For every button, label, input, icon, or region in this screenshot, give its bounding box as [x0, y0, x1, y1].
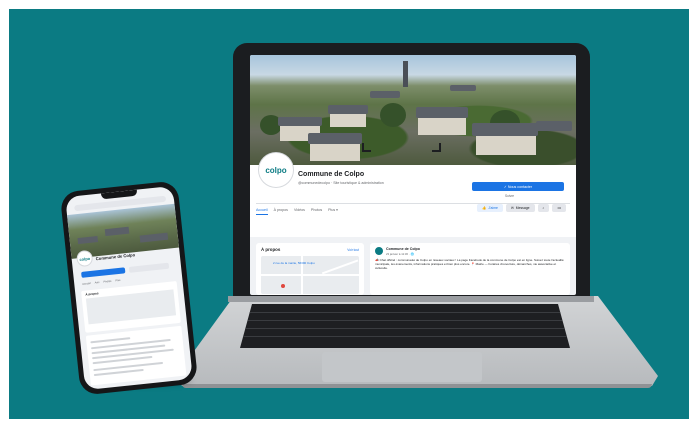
keyboard: [240, 304, 570, 348]
about-card: À propos Voir tout 2 rue de la mairie, 5…: [256, 243, 364, 295]
phone-screen: colpo Commune de Colpo Accueil Avis Phot…: [65, 185, 193, 391]
like-icon: 👍: [481, 206, 487, 210]
see-all-link[interactable]: Voir tout: [347, 248, 359, 252]
mobile-tab-more[interactable]: Plus: [115, 279, 120, 283]
cover-photo: [250, 55, 576, 165]
post-author[interactable]: Commune de Colpo: [386, 247, 420, 251]
search-button[interactable]: ⌕: [537, 204, 550, 212]
laptop-hinge: [228, 296, 594, 302]
page-subtitle: @communedecolpo · Site touristique & adm…: [298, 181, 384, 185]
smartphone: colpo Commune de Colpo Accueil Avis Phot…: [59, 180, 199, 396]
logo-text: colpo: [265, 165, 287, 175]
location-map[interactable]: 2 rue de la mairie, 56390 Colpo: [261, 256, 359, 294]
mobile-about-card: À propos: [81, 280, 181, 333]
like-label: J'aime: [488, 206, 498, 210]
tab-about[interactable]: À propos: [274, 208, 288, 215]
mobile-logo-text: colpo: [79, 255, 91, 262]
page-title: Commune de Colpo: [298, 171, 365, 178]
mobile-post-card: [85, 325, 187, 386]
about-title: À propos: [261, 247, 281, 252]
more-button[interactable]: •••: [552, 204, 566, 212]
mobile-tab-home[interactable]: Accueil: [82, 282, 91, 286]
post-card: Commune de Colpo 23 janvier à 11:30 · 🌐 …: [370, 243, 570, 295]
tab-videos[interactable]: Vidéos: [294, 208, 305, 215]
trackpad: [322, 352, 482, 382]
page-tabs: Accueil À propos Vidéos Photos Plus ▾: [256, 208, 338, 215]
messenger-icon: ✉: [510, 206, 514, 210]
mobile-secondary-button[interactable]: [128, 262, 170, 273]
tab-more[interactable]: Plus ▾: [328, 208, 338, 215]
laptop-front: [182, 384, 652, 388]
focus-bracket-right: [432, 143, 441, 152]
like-button[interactable]: 👍 J'aime: [476, 204, 503, 212]
page-avatar[interactable]: colpo: [259, 153, 293, 187]
map-pin-icon: [281, 284, 285, 288]
laptop-screen: colpo Commune de Colpo @communedecolpo ·…: [250, 55, 576, 295]
follow-link[interactable]: Suivre: [505, 194, 514, 198]
contact-button[interactable]: ✓ Nous contacter: [472, 182, 564, 191]
page-actions: 👍 J'aime ✉ Message ⌕ •••: [476, 204, 566, 212]
message-button[interactable]: ✉ Message: [505, 204, 535, 212]
mobile-map[interactable]: [85, 289, 177, 325]
tab-photos[interactable]: Photos: [311, 208, 322, 215]
church-steeple: [403, 61, 408, 87]
mobile-page-avatar[interactable]: colpo: [76, 250, 93, 267]
post-text: 📣 Chat officiel : communauté de Colpo en…: [375, 258, 564, 270]
post-timestamp[interactable]: 23 janvier à 11:30 · 🌐: [386, 252, 414, 256]
search-icon: ⌕: [542, 206, 545, 210]
product-mockup: colpo Commune de Colpo @communedecolpo ·…: [0, 0, 696, 427]
post-avatar[interactable]: [375, 247, 383, 255]
message-label: Message: [515, 206, 530, 210]
mobile-tabs: Accueil Avis Photos Plus: [82, 279, 120, 286]
profile-header: colpo Commune de Colpo @communedecolpo ·…: [250, 153, 576, 237]
mobile-tab-reviews[interactable]: Avis: [95, 281, 100, 284]
mobile-primary-button[interactable]: [81, 267, 126, 278]
focus-bracket-left: [362, 143, 371, 152]
mobile-about-title: À propos: [85, 291, 99, 297]
phone-notch: [100, 189, 138, 200]
address-text: 2 rue de la mairie, 56390 Colpo: [273, 261, 315, 265]
tab-home[interactable]: Accueil: [256, 208, 268, 215]
mobile-tab-photos[interactable]: Photos: [103, 280, 111, 284]
